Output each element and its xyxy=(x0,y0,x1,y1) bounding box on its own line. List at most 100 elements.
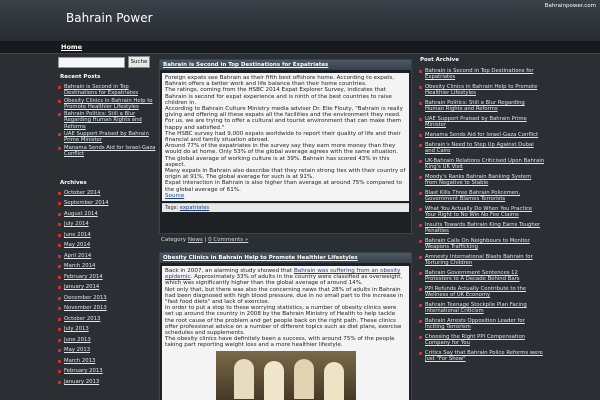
recent-post-link[interactable]: Obesity Clinics in Bahrain Help to Promo… xyxy=(64,98,153,110)
list-item: January 2013 xyxy=(58,379,156,385)
archive-post-link[interactable]: Bahrain's Need to Step Up Against Dubai … xyxy=(425,142,534,154)
archive-post-link[interactable]: PPI Refunds Actually Contribute to the W… xyxy=(425,286,526,298)
list-item: March 2013 xyxy=(58,358,156,364)
post-content: Back in 2007, an alarming study showed t… xyxy=(162,266,409,400)
archive-post-link[interactable]: Blast Kills Three Bahrain Policemen, Gov… xyxy=(425,190,520,202)
category-label: Category xyxy=(161,237,187,243)
archive-post-link[interactable]: Bahrain Arrests Opposition Leader for In… xyxy=(425,318,525,330)
archive-link[interactable]: May 2014 xyxy=(64,242,90,248)
list-item: Manama Sends Aid for Israel-Gaza Conflic… xyxy=(58,145,156,157)
archive-post-link[interactable]: UAE Support Praised by Bahrain Prime Min… xyxy=(425,116,527,128)
post-paragraph: Expat interaction in Bahrain is also hig… xyxy=(165,180,402,193)
tag-link[interactable]: expatriates xyxy=(180,205,209,211)
recent-post-link[interactable]: Manama Sends Aid for Israel-Gaza Conflic… xyxy=(64,145,155,157)
list-item: February 2014 xyxy=(58,274,156,280)
list-item: Obesity Clinics in Bahrain Help to Promo… xyxy=(58,98,156,110)
post-archive-heading: Post Archive xyxy=(420,57,459,63)
archive-link[interactable]: June 2013 xyxy=(64,337,91,343)
recent-posts-heading: Recent Posts xyxy=(60,74,101,80)
archive-post-link[interactable]: Bahrain Calls On Neighbours to Monitor W… xyxy=(425,238,530,250)
archive-post-link[interactable]: Obesity Clinics in Bahrain Help to Promo… xyxy=(425,84,537,96)
archive-post-link[interactable]: What You Actually Do When You Practice Y… xyxy=(425,206,532,218)
search-button[interactable]: Suche xyxy=(128,56,150,68)
site-title[interactable]: Bahrain Power xyxy=(66,11,153,25)
post-paragraph: Foreign expats see Bahrain as their fift… xyxy=(165,75,395,88)
archives-heading: Archives xyxy=(60,180,87,186)
archive-link[interactable]: February 2014 xyxy=(64,274,103,280)
list-item: February 2013 xyxy=(58,368,156,374)
recent-post-link[interactable]: Bahrain Politics: Still a Blur Regarding… xyxy=(64,111,142,129)
post-title-link[interactable]: Obesity Clinics in Bahrain Help to Promo… xyxy=(163,255,358,261)
archive-link[interactable]: October 2014 xyxy=(64,190,100,196)
list-item: UAE Support Praised by Bahrain Prime Min… xyxy=(419,116,545,128)
list-item: March 2014 xyxy=(58,263,156,269)
archive-link[interactable]: June 2014 xyxy=(64,232,91,238)
post-paragraph: The ratings, coming from the HSBC 2014 E… xyxy=(165,87,392,106)
list-item: May 2013 xyxy=(58,347,156,353)
site-header: Bahrain Power Bahrainpower.com xyxy=(0,0,600,41)
archive-post-link[interactable]: UK-Bahrain Relations Criticised Upon Bah… xyxy=(425,158,544,170)
post-paragraph: Many expats in Bahrain also describe tha… xyxy=(165,168,406,181)
recent-post-link[interactable]: UAE Support Praised by Bahrain Prime Min… xyxy=(64,131,149,143)
archive-post-link[interactable]: Bahrain Teenage Stockpile Plan Facing In… xyxy=(425,302,527,314)
list-item: Bahrain Teenage Stockpile Plan Facing In… xyxy=(419,302,545,314)
archive-link[interactable]: October 2013 xyxy=(64,316,100,322)
archive-link[interactable]: November 2013 xyxy=(64,305,107,311)
list-item: Insults Towards Bahrain King Earns Tough… xyxy=(419,222,545,234)
post-archive-list: Bahrain is Second in Top Destinations fo… xyxy=(419,68,545,366)
list-item: April 2014 xyxy=(58,253,156,259)
archive-link[interactable]: January 2013 xyxy=(64,379,99,385)
archive-post-link[interactable]: Moody's Ranks Bahrain Banking System fro… xyxy=(425,174,531,186)
source-link[interactable]: Source xyxy=(165,193,184,199)
archive-post-link[interactable]: Critics Say that Bahrain Police Reforms … xyxy=(425,350,543,362)
archive-link[interactable]: July 2014 xyxy=(64,221,89,227)
archive-link[interactable]: July 2013 xyxy=(64,326,89,332)
list-item: UK-Bahrain Relations Criticised Upon Bah… xyxy=(419,158,545,170)
list-item: December 2013 xyxy=(58,295,156,301)
post-paragraph: The obesity clinics have definitely been… xyxy=(165,336,395,349)
list-item: July 2014 xyxy=(58,221,156,227)
text-span: . Approximately 33% of adults in the cou… xyxy=(165,274,403,287)
archive-post-link[interactable]: Manama Sends Aid for Israel-Gaza Conflic… xyxy=(425,132,538,138)
archive-link[interactable]: May 2013 xyxy=(64,347,90,353)
tags-label: Tags: xyxy=(165,205,179,212)
archive-link[interactable]: December 2013 xyxy=(64,295,107,301)
archive-link[interactable]: February 2013 xyxy=(64,368,103,374)
recent-post-link[interactable]: Bahrain is Second in Top Destinations fo… xyxy=(64,84,138,96)
archive-post-link[interactable]: Amnesty International Blasts Bahrain for… xyxy=(425,254,533,266)
post-tags: Tags: expatriates xyxy=(162,203,409,213)
post-paragraph: Not only that, but there was also the co… xyxy=(165,286,404,306)
category-link[interactable]: News xyxy=(188,237,203,243)
archive-post-link[interactable]: Insults Towards Bahrain King Earns Tough… xyxy=(425,222,540,234)
nav-home-link[interactable]: Home xyxy=(61,43,82,51)
post-obesity-clinics: Obesity Clinics in Bahrain Help to Promo… xyxy=(159,252,412,400)
nav-bar: Home xyxy=(0,41,600,54)
site-url[interactable]: Bahrainpower.com xyxy=(545,3,596,9)
post-title-bar: Obesity Clinics in Bahrain Help to Promo… xyxy=(160,253,411,263)
archive-post-link[interactable]: Bahrain Politics: Still a Blur Regarding… xyxy=(425,100,525,112)
list-item: Bahrain is Second in Top Destinations fo… xyxy=(419,68,545,80)
archive-link[interactable]: March 2013 xyxy=(64,358,95,364)
archive-link[interactable]: September 2014 xyxy=(64,200,108,206)
post-title-link[interactable]: Bahrain is Second in Top Destinations fo… xyxy=(163,62,328,68)
list-item: Obesity Clinics in Bahrain Help to Promo… xyxy=(419,84,545,96)
list-item: August 2014 xyxy=(58,211,156,217)
list-item: November 2013 xyxy=(58,305,156,311)
comments-link[interactable]: 0 Comments » xyxy=(208,237,248,243)
archive-post-link[interactable]: Bahrain is Second in Top Destinations fo… xyxy=(425,68,534,80)
post-paragraph: Back in 2007, an alarming study showed t… xyxy=(165,268,406,287)
list-item: Bahrain Calls On Neighbours to Monitor W… xyxy=(419,238,545,250)
archive-link[interactable]: August 2014 xyxy=(64,211,98,217)
post-title-bar: Bahrain is Second in Top Destinations fo… xyxy=(160,60,411,70)
archive-link[interactable]: March 2014 xyxy=(64,263,95,269)
list-item: June 2014 xyxy=(58,232,156,238)
list-item: Choosing the Right PPI Compensation Comp… xyxy=(419,334,545,346)
list-item: September 2014 xyxy=(58,200,156,206)
list-item: What You Actually Do When You Practice Y… xyxy=(419,206,545,218)
archive-post-link[interactable]: Choosing the Right PPI Compensation Comp… xyxy=(425,334,525,346)
archive-link[interactable]: April 2014 xyxy=(64,253,91,259)
archive-post-link[interactable]: Bahrain Government Sentences 12 Proteste… xyxy=(425,270,520,282)
archive-link[interactable]: January 2014 xyxy=(64,284,99,290)
post-content: Foreign expats see Bahrain as their fift… xyxy=(162,73,409,202)
search-input[interactable] xyxy=(58,57,125,68)
